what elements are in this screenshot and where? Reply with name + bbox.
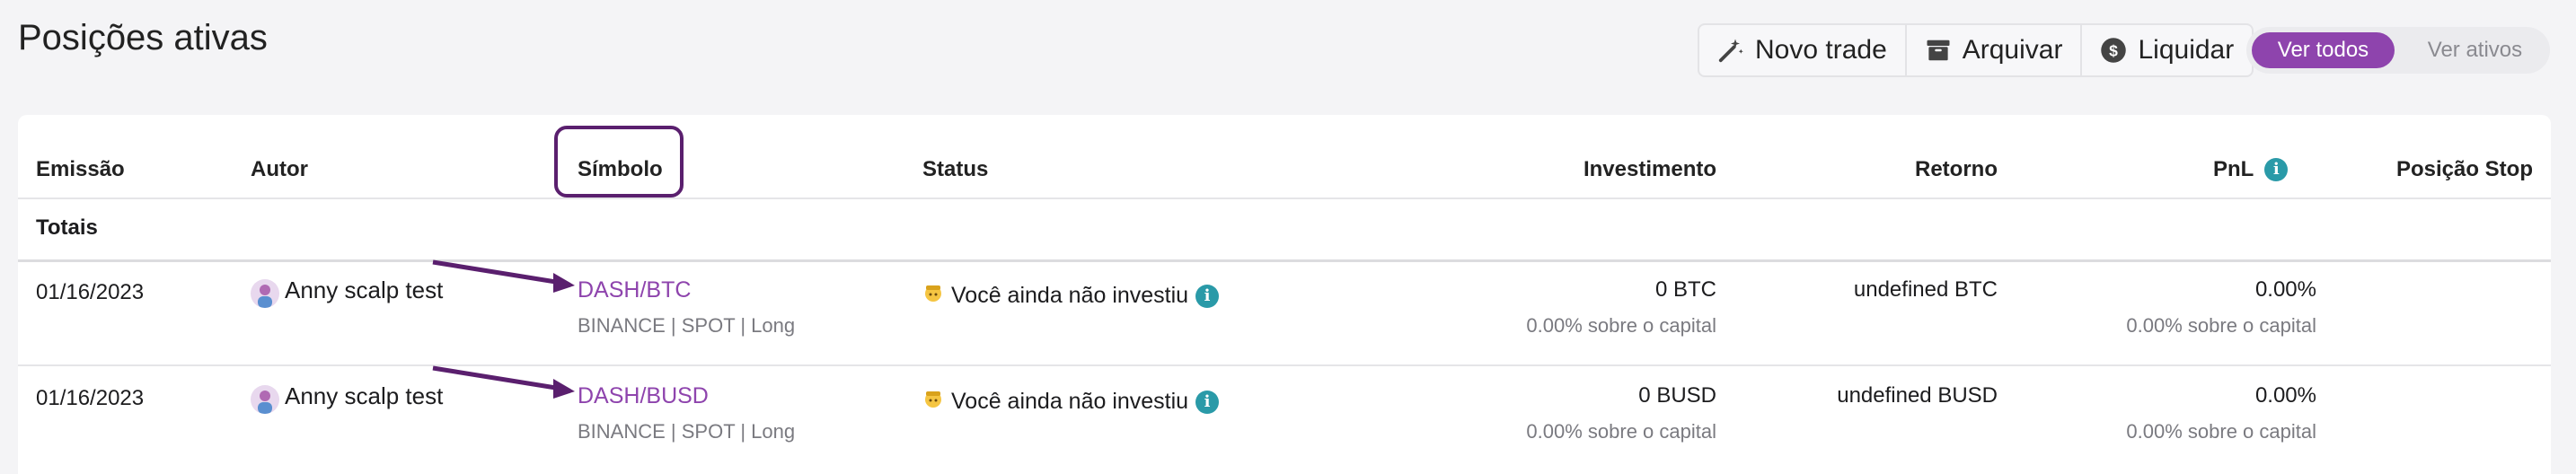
row-author: Anny scalp test bbox=[285, 382, 444, 409]
row-date: 01/16/2023 bbox=[36, 386, 145, 410]
header-divider bbox=[18, 198, 2551, 199]
row-pnl-sub: 0.00% sobre o capital bbox=[2126, 314, 2316, 337]
row-symbol-link[interactable]: DASH/BTC bbox=[578, 277, 691, 303]
row-author: Anny scalp test bbox=[285, 276, 444, 303]
row-date: 01/16/2023 bbox=[36, 280, 145, 304]
row-pnl-sub: 0.00% sobre o capital bbox=[2126, 420, 2316, 443]
page-title: Posições ativas bbox=[18, 18, 268, 57]
dollar-circle-icon: $ bbox=[2101, 38, 2127, 63]
info-icon[interactable]: i bbox=[1195, 284, 1220, 308]
header-emission[interactable]: Emissão bbox=[36, 151, 125, 189]
header-status[interactable]: Status bbox=[922, 151, 988, 189]
svg-text:$: $ bbox=[2110, 41, 2119, 59]
row-pnl: 0.00% bbox=[2254, 383, 2316, 408]
magic-wand-icon bbox=[1718, 39, 1743, 63]
row-status: Você ainda não investiu i bbox=[922, 388, 1220, 416]
row-pnl: 0.00% bbox=[2254, 277, 2316, 302]
header-author[interactable]: Autor bbox=[251, 151, 308, 189]
avatar bbox=[251, 279, 279, 308]
row-investment: 0 BTC bbox=[1654, 277, 1716, 302]
avatar bbox=[251, 385, 279, 414]
annotation-arrow bbox=[432, 259, 575, 293]
hand-emoji-icon bbox=[922, 282, 944, 310]
new-trade-label: Novo trade bbox=[1755, 35, 1887, 65]
header-symbol[interactable]: Símbolo bbox=[578, 151, 663, 189]
archive-button[interactable]: Arquivar bbox=[1907, 25, 2083, 75]
row-status-text: Você ainda não investiu bbox=[951, 283, 1189, 308]
liquidate-button[interactable]: $ Liquidar bbox=[2082, 25, 2252, 75]
totals-divider bbox=[18, 259, 2551, 262]
view-filter-toggle: Ver todos Ver ativos bbox=[2246, 27, 2550, 74]
positions-table: Emissão Autor Símbolo Status Investiment… bbox=[18, 115, 2551, 474]
row-symbol-meta: BINANCE | SPOT | Long bbox=[578, 420, 796, 443]
row-return: undefined BTC bbox=[1853, 277, 1998, 302]
liquidate-label: Liquidar bbox=[2138, 35, 2235, 65]
view-active-option[interactable]: Ver ativos bbox=[2405, 32, 2545, 68]
action-toolbar: Novo trade Arquivar $ Liquidar bbox=[1698, 23, 2254, 77]
row-investment-sub: 0.00% sobre o capital bbox=[1526, 314, 1716, 337]
row-divider bbox=[18, 364, 2551, 366]
header-stop[interactable]: Posição Stop bbox=[2396, 151, 2533, 189]
row-symbol-link[interactable]: DASH/BUSD bbox=[578, 383, 709, 409]
row-symbol-meta: BINANCE | SPOT | Long bbox=[578, 314, 796, 337]
info-icon[interactable]: i bbox=[2264, 158, 2289, 181]
archive-label: Arquivar bbox=[1962, 35, 2063, 65]
row-return: undefined BUSD bbox=[1837, 383, 1998, 408]
row-status-text: Você ainda não investiu bbox=[951, 389, 1189, 414]
archive-box-icon bbox=[1927, 40, 1950, 61]
new-trade-button[interactable]: Novo trade bbox=[1699, 25, 1907, 75]
row-investment-sub: 0.00% sobre o capital bbox=[1526, 420, 1716, 443]
totals-label: Totais bbox=[36, 215, 98, 240]
view-all-option[interactable]: Ver todos bbox=[2252, 32, 2395, 68]
header-pnl[interactable]: PnL i bbox=[2213, 151, 2289, 189]
annotation-arrow bbox=[432, 365, 575, 399]
header-return[interactable]: Retorno bbox=[1915, 151, 1998, 189]
row-investment: 0 BUSD bbox=[1638, 383, 1716, 408]
header-pnl-label: PnL bbox=[2213, 157, 2254, 181]
info-icon[interactable]: i bbox=[1195, 390, 1220, 414]
row-status: Você ainda não investiu i bbox=[922, 282, 1220, 310]
header-investment[interactable]: Investimento bbox=[1584, 151, 1716, 189]
hand-emoji-icon bbox=[922, 388, 944, 416]
